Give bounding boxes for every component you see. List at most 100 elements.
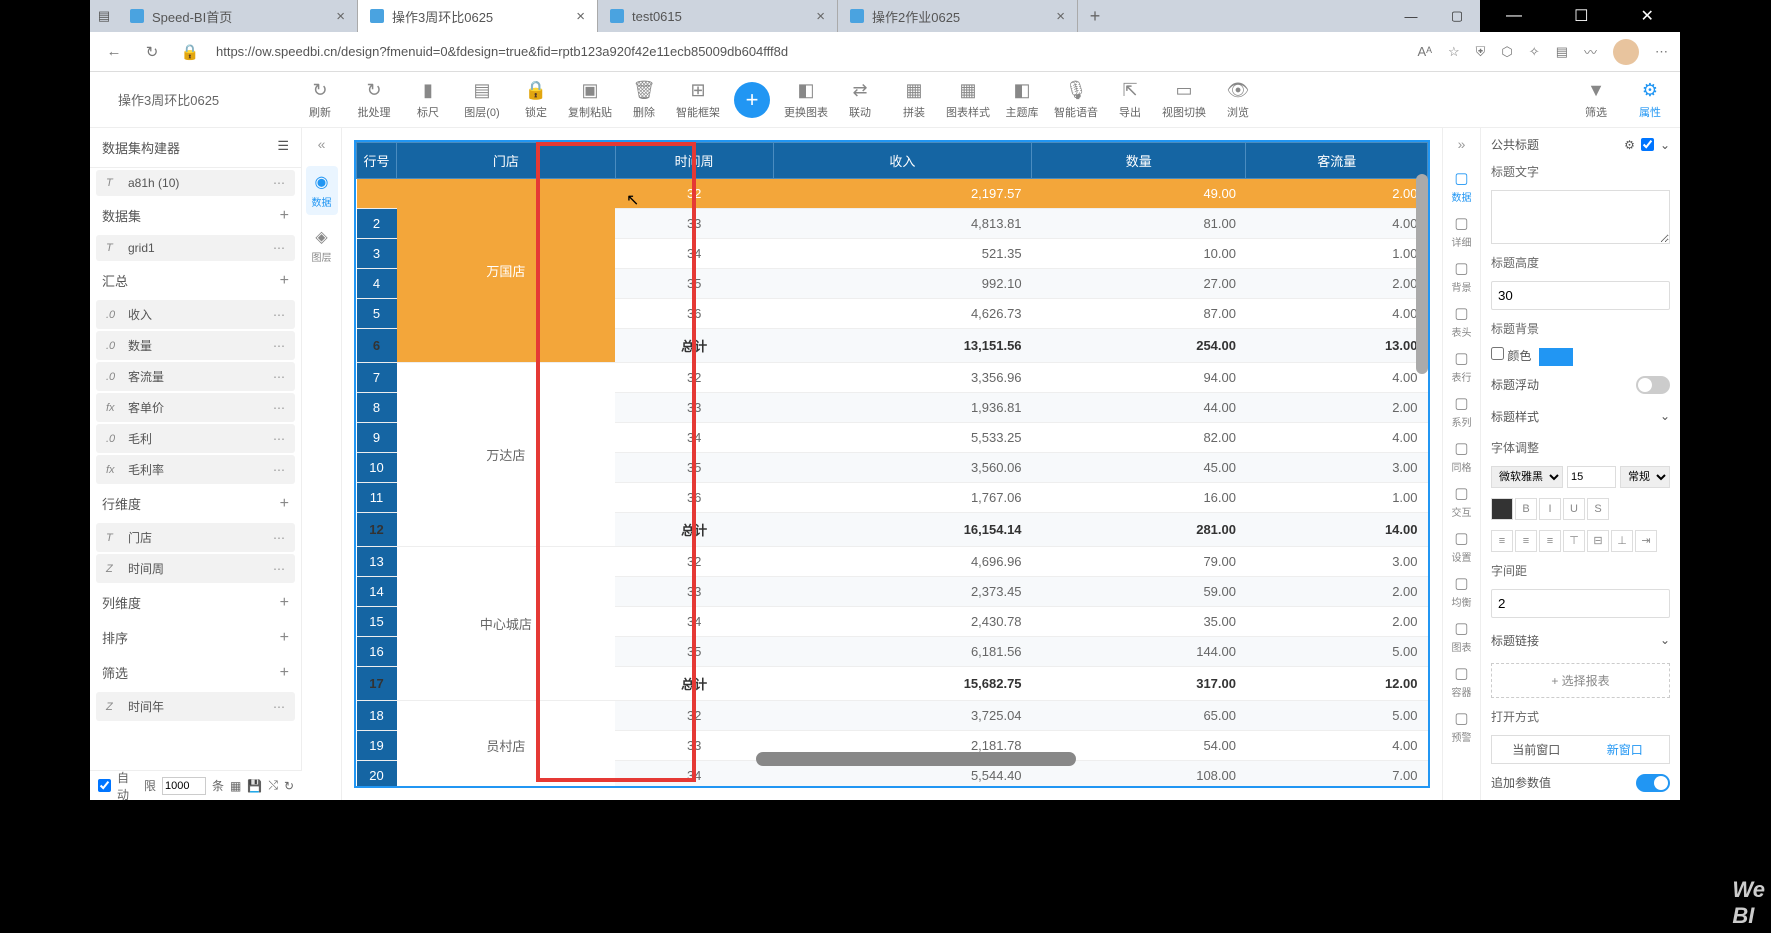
url-text[interactable]: https://ow.speedbi.cn/design?fmenuid=0&f…	[216, 44, 1403, 59]
align-center-button[interactable]: ≡	[1515, 530, 1537, 552]
field-a81h[interactable]: Ta81h (10)⋯	[96, 170, 295, 196]
spacing-input[interactable]	[1491, 589, 1670, 618]
toolbar-视图切换[interactable]: ▭视图切换	[1158, 80, 1210, 120]
table-header[interactable]: 数量	[1032, 143, 1246, 179]
float-toggle[interactable]	[1636, 376, 1670, 394]
rrail-详细[interactable]: ▢详细	[1447, 209, 1477, 254]
table-header[interactable]: 客流量	[1246, 143, 1428, 179]
rrail-表行[interactable]: ▢表行	[1447, 344, 1477, 389]
horizontal-scrollbar[interactable]	[756, 752, 1076, 766]
reading-list-icon[interactable]: ▤	[1556, 44, 1568, 60]
rrail-均衡[interactable]: ▢均衡	[1447, 569, 1477, 614]
rail-data[interactable]: ◉数据	[306, 166, 338, 215]
close-icon[interactable]: ×	[336, 8, 345, 25]
toolbar-智能框架[interactable]: ⊞智能框架	[672, 80, 724, 120]
more-icon[interactable]: ⋯	[273, 531, 285, 545]
table-row[interactable]: 1万国店322,197.5749.002.00	[357, 179, 1428, 209]
collections-icon[interactable]: ✧	[1529, 44, 1540, 60]
favorite-icon[interactable]: ☆	[1448, 44, 1460, 60]
toolbar-联动[interactable]: ⇄联动	[834, 80, 886, 120]
rrail-系列[interactable]: ▢系列	[1447, 389, 1477, 434]
title-enabled-checkbox[interactable]	[1641, 138, 1654, 151]
tab-test[interactable]: test0615×	[598, 0, 838, 32]
close-icon[interactable]: ×	[816, 8, 825, 25]
rail-layer[interactable]: ◈图层	[306, 221, 338, 270]
rrail-设置[interactable]: ▢设置	[1447, 524, 1477, 569]
add-filter-button[interactable]: +	[280, 664, 289, 682]
shuffle-icon[interactable]: ⤭	[268, 778, 278, 793]
minimize-button[interactable]: —	[1388, 0, 1434, 32]
font-family-select[interactable]: 微软雅黑	[1491, 466, 1563, 488]
summary-field-收入[interactable]: .0收入⋯	[96, 300, 295, 329]
toolbar-主题库[interactable]: ◧主题库	[996, 80, 1048, 120]
table-row[interactable]: 7万达店323,356.9694.004.00	[357, 363, 1428, 393]
rrail-容器[interactable]: ▢容器	[1447, 659, 1477, 704]
color-swatch[interactable]	[1539, 348, 1573, 366]
filter-button[interactable]: ▼筛选	[1570, 80, 1622, 120]
new-tab-button[interactable]: +	[1078, 0, 1112, 32]
auto-checkbox[interactable]	[98, 779, 111, 792]
save-icon[interactable]: 💾	[247, 779, 262, 793]
profile-avatar[interactable]	[1613, 39, 1639, 65]
more-icon[interactable]: ⋯	[273, 700, 285, 714]
rrail-表头[interactable]: ▢表头	[1447, 299, 1477, 344]
os-maximize[interactable]: ☐	[1574, 6, 1588, 26]
tab-ops2[interactable]: 操作2作业0625×	[838, 0, 1078, 32]
toolbar-锁定[interactable]: 🔒锁定	[510, 80, 562, 120]
summary-field-客单价[interactable]: fx客单价⋯	[96, 393, 295, 422]
title-height-input[interactable]	[1491, 281, 1670, 310]
filter-field-时间年[interactable]: Z时间年⋯	[96, 692, 295, 721]
strike-button[interactable]: S	[1587, 498, 1609, 520]
vertical-scrollbar[interactable]	[1416, 174, 1428, 374]
table-row[interactable]: 13中心城店324,696.9679.003.00	[357, 547, 1428, 577]
underline-button[interactable]: U	[1563, 498, 1585, 520]
rowdim-field-门店[interactable]: T门店⋯	[96, 523, 295, 552]
align-left-button[interactable]: ≡	[1491, 530, 1513, 552]
valign-mid-button[interactable]: ⊟	[1587, 530, 1609, 552]
rrail-数据[interactable]: ▢数据	[1447, 164, 1477, 209]
collapse-right-icon[interactable]: »	[1458, 136, 1466, 152]
add-coldim-button[interactable]: +	[280, 594, 289, 612]
close-icon[interactable]: ×	[576, 8, 585, 25]
text-size-icon[interactable]: Aᴬ	[1417, 44, 1432, 59]
toolbar-图层(0)[interactable]: ▤图层(0)	[456, 80, 508, 120]
append-param-toggle[interactable]	[1636, 774, 1670, 792]
bg-enabled-checkbox[interactable]	[1491, 347, 1504, 360]
extensions-icon[interactable]: ⬡	[1501, 44, 1512, 60]
more-icon[interactable]: ⋯	[273, 176, 285, 190]
tab-home[interactable]: Speed-BI首页×	[118, 0, 358, 32]
more-icon[interactable]: ⋯	[273, 463, 285, 477]
open-new-button[interactable]: 新窗口	[1581, 736, 1670, 763]
add-rowdim-button[interactable]: +	[280, 495, 289, 513]
color-button[interactable]	[1491, 498, 1513, 520]
more-icon[interactable]: ⋯	[273, 339, 285, 353]
more-icon[interactable]: ⋯	[273, 370, 285, 384]
limit-input[interactable]	[162, 777, 206, 795]
toolbar-复制粘贴[interactable]: ▣复制粘贴	[564, 80, 616, 120]
valign-bot-button[interactable]: ⊥	[1611, 530, 1633, 552]
summary-field-毛利[interactable]: .0毛利⋯	[96, 424, 295, 453]
chevron-down-icon[interactable]: ⌄	[1660, 409, 1670, 423]
reload-icon[interactable]: ↻	[284, 779, 294, 793]
chevron-down-icon[interactable]: ⌄	[1660, 138, 1670, 152]
align-right-button[interactable]: ≡	[1539, 530, 1561, 552]
table-header[interactable]: 收入	[773, 143, 1031, 179]
add-summary-button[interactable]: +	[280, 272, 289, 290]
health-icon[interactable]: 〰	[1584, 42, 1597, 61]
rowdim-field-时间周[interactable]: Z时间周⋯	[96, 554, 295, 583]
title-text-input[interactable]	[1491, 190, 1670, 244]
toolbar-浏览[interactable]: 👁浏览	[1212, 80, 1264, 120]
refresh-button[interactable]: ↻	[140, 43, 164, 61]
font-size-input[interactable]	[1567, 466, 1616, 488]
toolbar-拼装[interactable]: ▦拼装	[888, 80, 940, 120]
toolbar-图表样式[interactable]: ▦图表样式	[942, 80, 994, 120]
data-table[interactable]: 行号门店时间周收入数量客流量1万国店322,197.5749.002.00233…	[354, 140, 1430, 788]
summary-field-数量[interactable]: .0数量⋯	[96, 331, 295, 360]
italic-button[interactable]: I	[1539, 498, 1561, 520]
add-dataset-button[interactable]: +	[280, 207, 289, 225]
rrail-图表[interactable]: ▢图表	[1447, 614, 1477, 659]
shield-icon[interactable]: ⛨	[1476, 44, 1486, 60]
rrail-预警[interactable]: ▢预警	[1447, 704, 1477, 749]
table-row[interactable]: 18员村店323,725.0465.005.00	[357, 701, 1428, 731]
toolbar-标尺[interactable]: ▮标尺	[402, 80, 454, 120]
